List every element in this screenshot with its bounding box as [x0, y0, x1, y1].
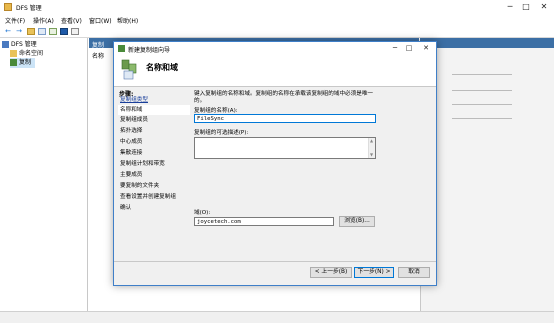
step-name-and-domain: 名称和域 — [118, 105, 190, 115]
actions-divider — [452, 90, 512, 91]
tree-item-label: DFS 管理 — [11, 41, 37, 48]
actions-divider — [452, 118, 512, 119]
wizard-divider — [114, 261, 436, 262]
actions-divider — [452, 104, 512, 105]
actions-pane — [420, 38, 554, 311]
back-arrow-icon[interactable]: ← — [3, 27, 13, 36]
step-confirmation: 确认 — [120, 205, 132, 211]
wizard-page-heading: 名称和域 — [146, 63, 178, 72]
scroll-up-icon[interactable]: ▲ — [370, 138, 373, 143]
dfs-root-icon — [2, 41, 9, 48]
replication-icon — [10, 59, 17, 66]
next-button[interactable]: 下一步(N) > — [354, 267, 394, 278]
tree-item-label: 命名空间 — [19, 50, 44, 57]
group-description-input[interactable] — [194, 137, 376, 159]
maximize-button[interactable]: □ — [517, 0, 535, 14]
step-schedule-bandwidth: 复制组计划和带宽 — [120, 161, 165, 167]
step-folders-to-replicate: 要复制的文件夹 — [120, 183, 160, 189]
wizard-title: 新建复制组向导 — [128, 47, 171, 54]
status-bar — [0, 311, 554, 323]
step-hub-members: 中心成员 — [120, 139, 143, 145]
wizard-maximize-button[interactable]: □ — [400, 42, 418, 55]
close-button[interactable]: ✕ — [535, 0, 553, 14]
page-description: 键入复制组的名称和域。复制组的名称在承载该复制组的域中必须是唯一的。 — [194, 91, 374, 104]
actions-pane-header — [420, 38, 554, 48]
step-review-settings: 查看设置并创建复制组 — [120, 194, 176, 200]
menu-file[interactable]: 文件(F) — [5, 16, 25, 25]
window-title: DFS 管理 — [16, 5, 42, 12]
wizard-app-icon — [118, 45, 125, 52]
step-replication-group-type[interactable]: 复制组类型 — [118, 95, 190, 105]
menu-window[interactable]: 窗口(W) — [89, 16, 112, 25]
actions-divider — [452, 74, 512, 75]
navigation-tree — [0, 38, 88, 311]
menu-help[interactable]: 帮助(H) — [117, 16, 138, 25]
menu-action[interactable]: 操作(A) — [33, 16, 54, 25]
namespace-icon — [10, 50, 17, 57]
refresh-icon[interactable] — [49, 28, 57, 35]
domain-label: 域(O): — [194, 210, 211, 216]
wizard-close-button[interactable]: ✕ — [417, 42, 435, 55]
back-button[interactable]: < 上一步(B) — [310, 267, 352, 278]
scroll-down-icon[interactable]: ▼ — [370, 152, 373, 157]
name-column-header[interactable]: 名称 — [92, 51, 104, 60]
step-hub-spoke-connections: 集散连接 — [120, 150, 143, 156]
menu-bar — [0, 14, 554, 25]
window-icon[interactable] — [38, 28, 46, 35]
wizard-content: 键入复制组的名称和域。复制组的名称在承载该复制组的域中必须是唯一的。 复制组的名… — [192, 87, 436, 262]
menu-view[interactable]: 查看(V) — [61, 16, 82, 25]
help-icon[interactable] — [60, 28, 68, 35]
group-name-label: 复制组的名称(A): — [194, 108, 238, 114]
group-name-input[interactable]: FileSync — [194, 114, 376, 123]
dfs-management-window: DFS 管理 ─ □ ✕ 文件(F) 操作(A) 查看(V) 窗口(W) 帮助(… — [0, 0, 554, 323]
tree-item-replication[interactable]: 复制 — [10, 58, 36, 68]
title-bar — [0, 0, 554, 14]
properties-icon[interactable] — [71, 28, 79, 35]
step-topology: 拓扑选择 — [120, 128, 143, 134]
folder-icon[interactable] — [27, 28, 35, 35]
step-primary-member: 主要成员 — [120, 172, 143, 178]
browse-button[interactable]: 浏览(B)... — [339, 216, 375, 227]
toolbar — [0, 25, 554, 38]
forward-arrow-icon[interactable]: → — [14, 27, 24, 36]
tree-item-label: 复制 — [19, 59, 32, 66]
dfs-app-icon — [4, 3, 12, 11]
group-description-label: 复制组的可选描述(P): — [194, 130, 249, 136]
step-members: 复制组成员 — [120, 117, 148, 123]
replication-wizard-icon — [121, 59, 137, 80]
new-replication-group-wizard: 新建复制组向导 ─ □ ✕ 名称和域 步骤: 复制组类型 名称和域 复制组成员 … — [113, 41, 437, 286]
description-scrollbar[interactable]: ▲ ▼ — [368, 138, 375, 158]
domain-input[interactable]: joycetech.com — [194, 217, 334, 226]
cancel-button[interactable]: 取消 — [398, 267, 430, 278]
